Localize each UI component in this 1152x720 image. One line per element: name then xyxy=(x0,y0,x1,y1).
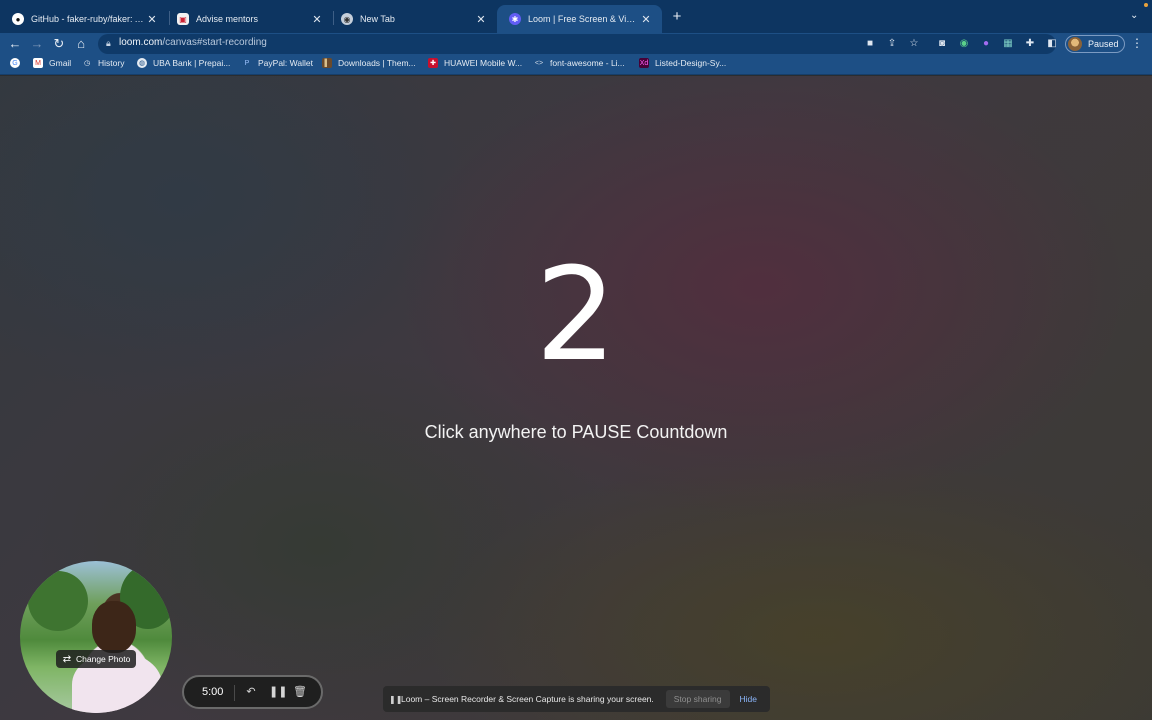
flag-icon: ✚ xyxy=(428,58,438,68)
themeforest-icon: ▌ xyxy=(322,58,332,68)
globe-icon: ◍ xyxy=(137,58,147,68)
screen-sharing-banner: ❚❚ Loom – Screen Recorder & Screen Captu… xyxy=(383,686,770,712)
bookmark-paypal[interactable]: P PayPal: Wallet xyxy=(242,58,313,68)
profile-status: Paused xyxy=(1088,39,1119,49)
extension-green-icon[interactable]: ◉ xyxy=(957,37,971,51)
tab-new-tab[interactable]: ◉ New Tab ✕ xyxy=(329,5,497,33)
new-tab-button[interactable]: + xyxy=(668,9,686,27)
sharing-message: Loom – Screen Recorder & Screen Capture … xyxy=(401,694,654,704)
home-icon[interactable]: ⌂ xyxy=(72,35,90,53)
tab-title: New Tab xyxy=(360,14,395,24)
loom-icon: ✱ xyxy=(509,13,521,25)
extension-loom-icon[interactable]: ● xyxy=(979,37,993,51)
countdown-number: 2 xyxy=(535,241,617,390)
change-photo-button[interactable]: ⇄ Change Photo xyxy=(56,650,136,668)
tab-search-chevron-icon[interactable]: ⌄ xyxy=(1130,10,1138,21)
pause-countdown-hint: Click anywhere to PAUSE Countdown xyxy=(424,422,728,442)
bookmark-downloads[interactable]: ▌ Downloads | Them... xyxy=(322,58,416,68)
pause-icon[interactable]: ❚❚ xyxy=(269,685,287,699)
tab-advise-mentors[interactable]: ▣ Advise mentors ✕ xyxy=(165,5,333,33)
camera-icon[interactable]: ■ xyxy=(863,37,877,51)
github-icon: ● xyxy=(12,13,24,25)
profile-button[interactable]: Paused xyxy=(1065,35,1125,53)
bookmark-listed-design[interactable]: Xd Listed-Design-Sy... xyxy=(639,58,726,68)
bookmark-history[interactable]: ◷ History xyxy=(82,58,125,68)
bookmark-gmail[interactable]: M Gmail xyxy=(33,58,71,68)
bookmark-label: UBA Bank | Prepai... xyxy=(153,58,231,68)
divider xyxy=(234,685,235,701)
xd-icon: Xd xyxy=(639,58,649,68)
tab-github[interactable]: ● GitHub - faker-ruby/faker: A libr ✕ xyxy=(0,5,168,33)
camera-bubble[interactable] xyxy=(20,561,172,713)
bookmarks-bar: G M Gmail ◷ History ◍ UBA Bank | Prepai.… xyxy=(0,55,1152,75)
bookmark-uba[interactable]: ◍ UBA Bank | Prepai... xyxy=(137,58,230,68)
close-icon[interactable]: ✕ xyxy=(146,13,158,26)
side-panel-icon[interactable]: ◧ xyxy=(1045,37,1059,51)
bookmark-label: History xyxy=(98,58,125,68)
change-photo-label: Change Photo xyxy=(76,654,131,664)
pause-bars-icon: ❚❚ xyxy=(389,694,403,704)
paypal-icon: P xyxy=(244,59,250,67)
bookmark-font-awesome[interactable]: <> font-awesome - Li... xyxy=(534,58,625,68)
bookmark-huawei[interactable]: ✚ HUAWEI Mobile W... xyxy=(428,58,522,68)
google-icon: G xyxy=(10,58,20,68)
face xyxy=(92,601,136,653)
background-tree xyxy=(28,571,88,631)
url-text: loom.com/canvas#start-recording xyxy=(119,37,267,48)
url-path: /canvas#start-recording xyxy=(162,37,267,48)
tab-title: GitHub - faker-ruby/faker: A libr xyxy=(31,14,146,24)
bookmark-label: HUAWEI Mobile W... xyxy=(444,58,523,68)
forward-arrow-icon[interactable]: → xyxy=(28,35,46,53)
bookmark-label: Gmail xyxy=(49,58,72,68)
notification-dot xyxy=(1144,3,1148,7)
bookmark-label: PayPal: Wallet xyxy=(258,58,313,68)
close-icon[interactable]: ✕ xyxy=(640,13,652,26)
url-host: loom.com xyxy=(119,37,163,48)
tab-loom[interactable]: ✱ Loom | Free Screen & Video Re ✕ xyxy=(497,5,662,33)
code-icon: <> xyxy=(534,59,544,67)
extension-screenshot-icon[interactable]: ◙ xyxy=(935,37,949,51)
gmail-icon: M xyxy=(33,58,43,68)
extension-grid-icon[interactable]: ▦ xyxy=(1001,37,1015,51)
history-icon: ◷ xyxy=(83,60,91,67)
recording-canvas[interactable]: 2 Click anywhere to PAUSE Countdown xyxy=(0,76,1152,720)
bookmark-label: Downloads | Them... xyxy=(338,58,416,68)
bookmark-label: Listed-Design-Sy... xyxy=(655,58,727,68)
tab-title: Advise mentors xyxy=(196,14,259,24)
swap-icon: ⇄ xyxy=(62,653,72,665)
stop-sharing-button[interactable]: Stop sharing xyxy=(665,690,730,708)
share-icon[interactable]: ⇪ xyxy=(885,37,899,51)
address-bar[interactable]: 🔒︎ loom.com/canvas#start-recording ■ ⇪ ☆ xyxy=(98,34,1056,54)
tab-strip: ● GitHub - faker-ruby/faker: A libr ✕ ▣ … xyxy=(0,0,1152,33)
back-arrow-icon[interactable]: ← xyxy=(6,35,24,53)
close-icon[interactable]: ✕ xyxy=(311,13,323,26)
restart-icon[interactable]: ↶ xyxy=(244,685,258,699)
tab-title: Loom | Free Screen & Video Re xyxy=(528,14,640,24)
star-icon[interactable]: ☆ xyxy=(907,37,921,51)
puzzle-icon[interactable]: ✚ xyxy=(1023,37,1037,51)
page-icon: ▣ xyxy=(177,13,189,25)
trash-icon[interactable]: 🗑︎ xyxy=(293,685,307,699)
browser-toolbar: ← → ↻ ⌂ 🔒︎ loom.com/canvas#start-recordi… xyxy=(0,33,1152,55)
chrome-icon: ◉ xyxy=(341,13,353,25)
close-icon[interactable]: ✕ xyxy=(475,13,487,26)
lock-icon: 🔒︎ xyxy=(106,38,111,48)
recording-timer: 5:00 xyxy=(202,686,224,698)
bookmark-label: font-awesome - Li... xyxy=(550,58,625,68)
menu-kebab-icon[interactable]: ⋮ xyxy=(1131,36,1143,50)
recording-controls: 5:00 ↶ ❚❚ 🗑︎ xyxy=(182,675,323,709)
bookmark-google[interactable]: G xyxy=(10,58,26,68)
hide-button[interactable]: Hide xyxy=(740,694,757,704)
reload-icon[interactable]: ↻ xyxy=(50,35,68,53)
avatar xyxy=(1068,37,1082,51)
